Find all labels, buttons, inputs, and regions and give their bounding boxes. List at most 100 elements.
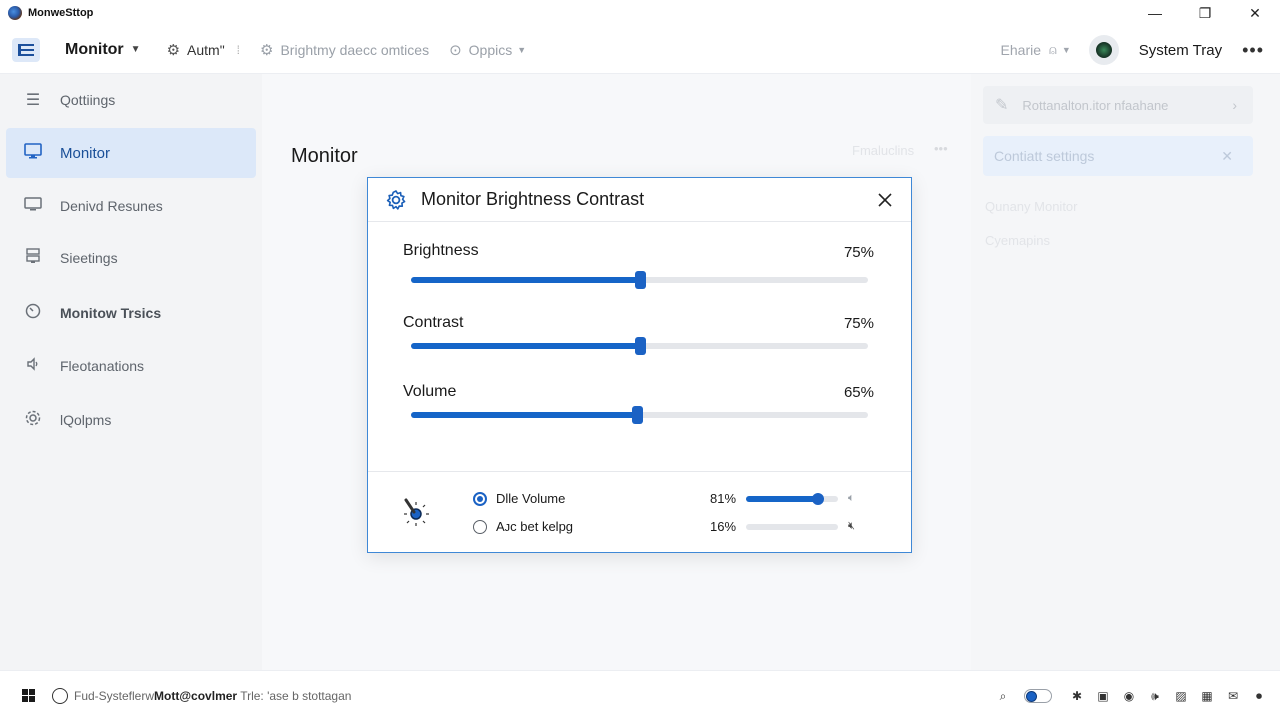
right-panel-line: Cyemapins: [985, 233, 1051, 248]
sidebar-item-label: Fleotanations: [60, 358, 145, 374]
sidebar-item-options[interactable]: lQolpms: [6, 395, 256, 445]
page-title: Monitor: [291, 145, 358, 167]
chevron-down-icon[interactable]: ▼: [131, 44, 141, 55]
chevron-down-icon: ▼: [1061, 45, 1071, 55]
close-window-button[interactable]: ✕: [1230, 0, 1280, 26]
contrast-slider[interactable]: [411, 337, 868, 355]
sidebar-item-label: Sieetings: [60, 250, 118, 266]
monitor-icon: [23, 142, 43, 164]
volume-label: Volume: [403, 383, 457, 400]
slider-fill: [411, 277, 640, 283]
slider-fill: [411, 343, 640, 349]
options-menu[interactable]: ⊙ Oppics ▼: [449, 41, 526, 59]
sidebar-item-label: Monitor: [60, 144, 111, 162]
lock-icon: ⍝: [1049, 42, 1057, 57]
slider-thumb[interactable]: [632, 406, 644, 424]
radio-button-selected[interactable]: [473, 491, 487, 506]
sidebar-item-fleotanations[interactable]: Fleotanations: [6, 341, 256, 391]
option-volume-slider[interactable]: [746, 493, 838, 505]
right-panel: ✎ Rottanalton.itor nfaahane › Contiatt s…: [971, 74, 1280, 670]
window-controls: — ❐ ✕: [1130, 0, 1280, 26]
app-title: MonweSttop: [28, 7, 94, 19]
volume-slider[interactable]: [411, 406, 868, 424]
slider-thumb[interactable]: [634, 271, 646, 289]
slider-thumb[interactable]: [634, 337, 646, 355]
start-icon[interactable]: [22, 689, 35, 702]
rotation-item-label: Rottanalton.itor nfaahane: [1022, 97, 1169, 113]
clock-icon: [23, 303, 43, 324]
right-panel-line: Qunany Monitor: [985, 199, 1078, 214]
separator-dots: ⁞: [236, 42, 241, 57]
taskbar-search-text[interactable]: Fud-SysteflerwMott@covlmer Trle: 'ase b …: [74, 689, 351, 703]
brightness-tip-icon: [398, 494, 434, 530]
gear-icon: [23, 409, 43, 432]
options-icon: ⊙: [449, 41, 462, 59]
contrast-settings-item[interactable]: Contiatt settings ✕: [983, 136, 1253, 176]
sidebar-item-monitor-trsics[interactable]: Monitow Trsics: [6, 288, 256, 338]
search-icon[interactable]: [52, 687, 68, 704]
radio-button[interactable]: [473, 519, 487, 534]
system-tray-label[interactable]: System Tray: [1139, 42, 1222, 59]
search-text-bold: Mott@covlmer: [154, 688, 238, 703]
share-label: Eharie: [1000, 42, 1041, 58]
dialog-close-button[interactable]: [873, 188, 897, 212]
gear-icon: [385, 189, 407, 211]
radio-option-label: Aᴊc bet kelpg: [496, 519, 574, 534]
brightness-slider[interactable]: [411, 271, 868, 289]
minimize-button[interactable]: —: [1130, 0, 1180, 26]
more-options-button[interactable]: •••: [1242, 40, 1264, 61]
avatar[interactable]: [1088, 35, 1119, 65]
radio-option-volume[interactable]: Dlle Volume: [473, 491, 565, 506]
brightness-menu[interactable]: ⚙ Brightmy daecc omtices: [260, 41, 429, 59]
record-icon[interactable]: ⏺: [1252, 689, 1266, 703]
dialog-header: Monitor Brightness Contrast: [368, 178, 911, 222]
server-icon: [23, 247, 43, 269]
maximize-button[interactable]: ❐: [1180, 0, 1230, 26]
brightness-dialog: Monitor Brightness Contrast Brightness 7…: [367, 177, 912, 553]
display-icon: [23, 196, 43, 217]
mute-icon[interactable]: 🔇︎: [848, 520, 855, 533]
slider-fill: [746, 496, 818, 502]
message-icon[interactable]: ✉: [1226, 689, 1240, 703]
grid-icon[interactable]: ▦: [1200, 689, 1214, 703]
dialog-title: Monitor Brightness Contrast: [421, 189, 645, 209]
brightness-value: 75%: [843, 244, 874, 261]
radio-option-second[interactable]: Aᴊc bet kelpg: [473, 519, 573, 534]
slider-thumb[interactable]: [811, 493, 824, 505]
hamburger-icon: [18, 43, 34, 56]
system-tray: ⌕ ✱ ▣ ◉ 🕪︎ ▨ ▦ ✉ ⏺: [984, 671, 1266, 720]
toolbar-title[interactable]: Monitor: [65, 41, 124, 59]
contrast-settings-label: Contiatt settings: [994, 148, 1095, 164]
ghost-more-button[interactable]: •••: [934, 141, 948, 156]
sidebar-item-resources[interactable]: Denivd Resunes: [6, 181, 256, 231]
auto-menu[interactable]: ⚙ Autm": [167, 41, 225, 59]
sidebar-item-sieetings[interactable]: Sieetings: [6, 233, 256, 283]
circle-icon[interactable]: ◉: [1122, 689, 1136, 703]
sidebar-item-monitor[interactable]: Monitor: [6, 128, 256, 178]
pencil-icon: ✎: [995, 97, 1009, 114]
window-icon[interactable]: ▣: [1096, 689, 1110, 703]
sidebar-item-label: Monitow Trsics: [60, 305, 162, 321]
volume-icon[interactable]: 🕪︎: [1148, 689, 1162, 703]
share-button[interactable]: Eharie ⍝ ▼: [1001, 42, 1071, 58]
menu-icon: ☰: [25, 92, 41, 109]
brightness-label: Brightness: [403, 242, 479, 259]
sidebar-toggle-button[interactable]: [12, 37, 40, 62]
sidebar-item-label: Denivd Resunes: [60, 198, 163, 214]
option-value: 16%: [710, 519, 737, 534]
sidebar-item-label: Qottiings: [60, 92, 116, 108]
toolbar-right: Eharie ⍝ ▼ System Tray •••: [1001, 26, 1280, 74]
app-icon: [8, 6, 22, 20]
spark-icon[interactable]: ✱: [1070, 689, 1084, 703]
tray-toggle[interactable]: [1024, 689, 1052, 703]
sidebar: ☰ Qottiings Monitor Denivd Resunes Sieet…: [0, 74, 262, 670]
sidebar-item-settings[interactable]: ☰ Qottiings: [6, 75, 256, 125]
speaker-icon[interactable]: 🔈︎: [848, 492, 855, 505]
volume-value: 65%: [843, 384, 874, 401]
image-icon[interactable]: ▨: [1174, 689, 1188, 703]
close-icon[interactable]: ✕: [1221, 148, 1233, 165]
title-bar: MonweSttop — ❐ ✕: [0, 0, 1280, 26]
magnifier-icon[interactable]: ⌕: [996, 689, 1010, 703]
option-second-slider[interactable]: [746, 524, 838, 530]
rotation-item[interactable]: ✎ Rottanalton.itor nfaahane ›: [983, 86, 1253, 124]
